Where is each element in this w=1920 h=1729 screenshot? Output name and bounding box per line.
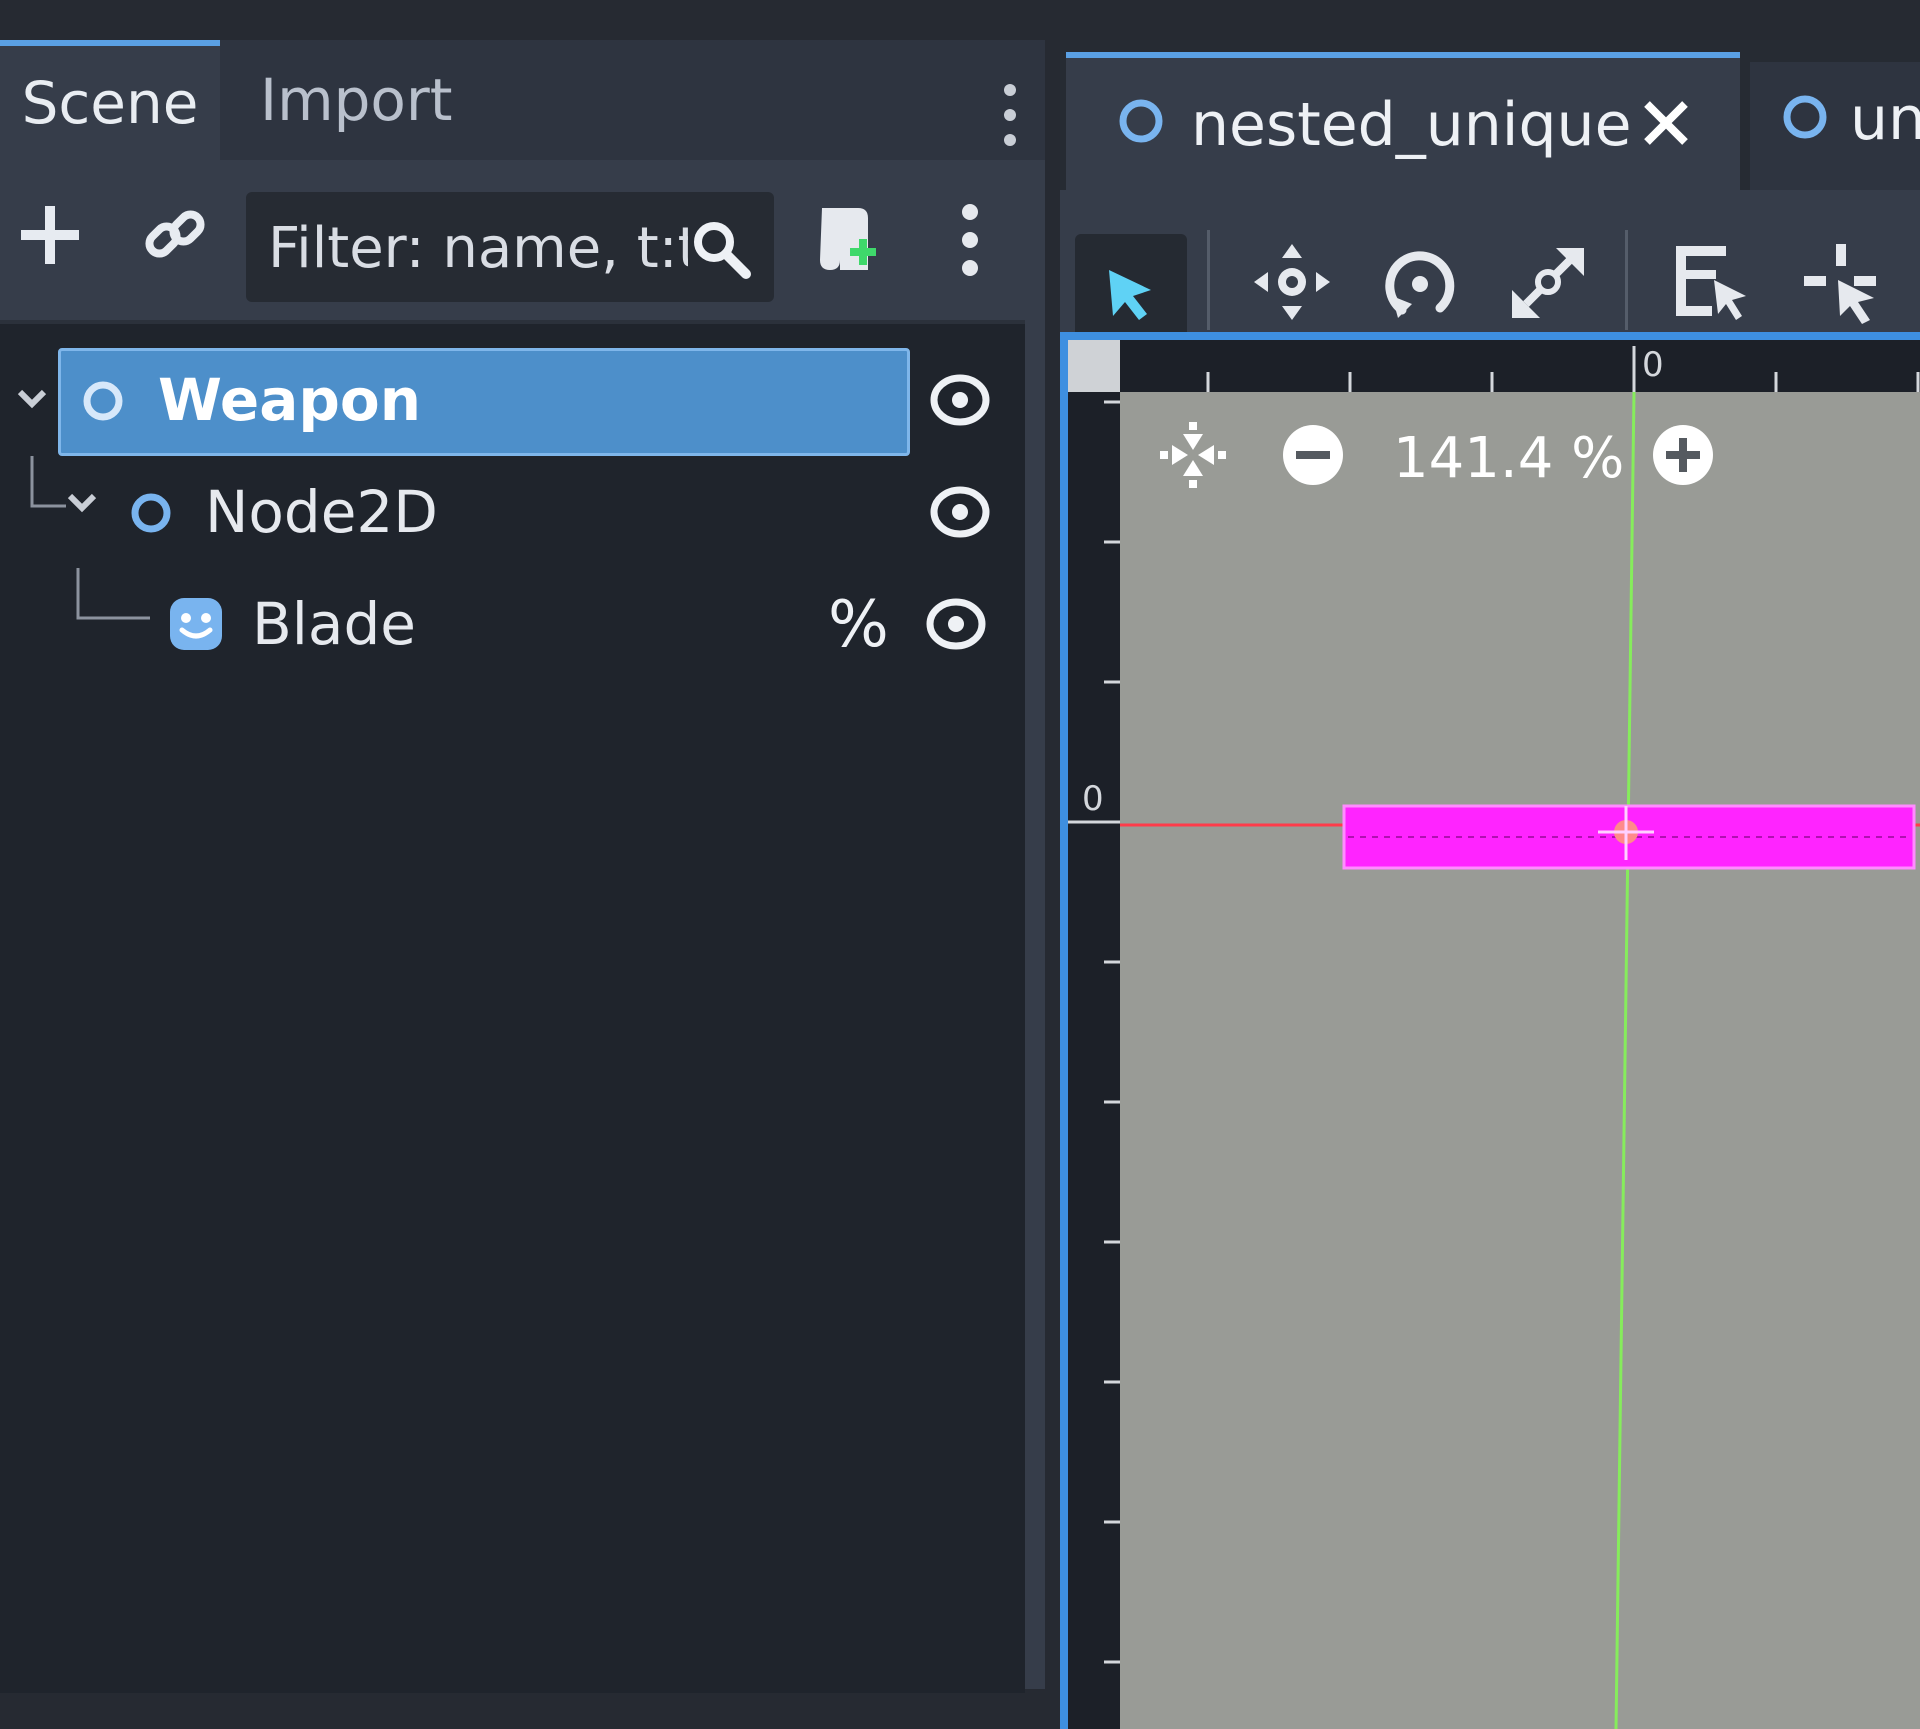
node-circle-icon [83, 381, 123, 421]
node-label-blade: Blade [252, 590, 416, 658]
ruler-top-ticks [1206, 346, 1920, 392]
scene-toolbar [0, 160, 1045, 320]
instance-child-scene-button[interactable] [140, 200, 210, 270]
scene-menu-kebab-icon[interactable] [955, 200, 985, 280]
y-axis-line [1614, 391, 1636, 1729]
collapse-arrow-icon[interactable] [14, 380, 50, 416]
node-circle-icon [1783, 95, 1827, 139]
visibility-eye-icon[interactable] [930, 370, 990, 430]
select-arrow-icon [1109, 270, 1151, 320]
move-tool-icon[interactable] [1250, 240, 1334, 324]
dock-menu-kebab-icon[interactable] [995, 80, 1025, 150]
scene-tab-label: un [1850, 84, 1920, 154]
tree-guide-line [76, 568, 150, 620]
filter-box [246, 192, 774, 302]
tree-item-node2d[interactable]: Node2D [0, 456, 1025, 568]
ruler-top-origin-label: 0 [1642, 345, 1664, 385]
tab-import[interactable]: Import [220, 40, 520, 160]
tree-item-blade[interactable]: Blade % [0, 568, 1025, 680]
scene-tree: Weapon Node2D Blade % [0, 320, 1025, 1693]
attach-script-icon[interactable] [810, 200, 880, 280]
scene-tab-label: nested_unique [1191, 90, 1632, 160]
zoom-value[interactable]: 141.4 % [1393, 426, 1624, 491]
visibility-eye-icon[interactable] [926, 594, 986, 654]
close-icon[interactable] [1641, 98, 1691, 148]
zoom-out-icon[interactable] [1278, 420, 1348, 490]
scene-dock: Scene Import Filter: name, t:t Weapon No… [0, 40, 1045, 1693]
zoom-in-icon[interactable] [1648, 420, 1718, 490]
scene-tab-bar: nested_unique un [1060, 40, 1920, 190]
pivot-tool-icon[interactable] [1800, 240, 1884, 324]
node-label-node2d: Node2D [205, 478, 438, 546]
canvas-toolbar [1060, 190, 1920, 352]
tree-item-weapon[interactable]: Weapon [0, 344, 1025, 456]
search-icon [694, 222, 751, 279]
node-circle-icon [1119, 99, 1163, 143]
toolbar-separator [1625, 230, 1628, 330]
tab-import-label: Import [260, 66, 453, 134]
tree-guide-line [30, 456, 97, 513]
scale-tool-icon[interactable] [1506, 240, 1590, 324]
list-select-icon[interactable] [1670, 240, 1754, 324]
filter-input[interactable] [266, 204, 690, 292]
ruler-left-ticks [1068, 400, 1120, 1664]
editor-area: nested_unique un 0 0 141.4 % [1060, 40, 1920, 1729]
scene-tab-second[interactable]: un [1750, 62, 1920, 190]
canvas-drawing: 0 0 [1068, 345, 1920, 1729]
toolbar-separator [1207, 230, 1210, 330]
sprite2d-icon [170, 598, 222, 650]
node-label-weapon: Weapon [158, 366, 422, 434]
zoom-reset-icon[interactable] [1158, 420, 1228, 490]
unique-name-marker[interactable]: % [828, 588, 889, 662]
link-icon [145, 210, 205, 258]
plus-icon [21, 206, 79, 264]
scene-tab-nested-unique[interactable]: nested_unique [1066, 52, 1740, 190]
ruler-left-origin-label: 0 [1082, 779, 1104, 819]
rotate-tool-icon[interactable] [1378, 240, 1462, 324]
add-node-button[interactable] [15, 200, 85, 270]
zoom-controls: 141.4 % [1158, 400, 1758, 510]
tab-scene-label: Scene [21, 69, 199, 137]
dock-tab-bar: Scene Import [0, 40, 1045, 160]
canvas-viewport[interactable]: 0 0 141.4 % [1060, 332, 1920, 1729]
node2d-circle-icon [131, 493, 171, 533]
visibility-eye-icon[interactable] [930, 482, 990, 542]
tab-scene[interactable]: Scene [0, 40, 220, 160]
